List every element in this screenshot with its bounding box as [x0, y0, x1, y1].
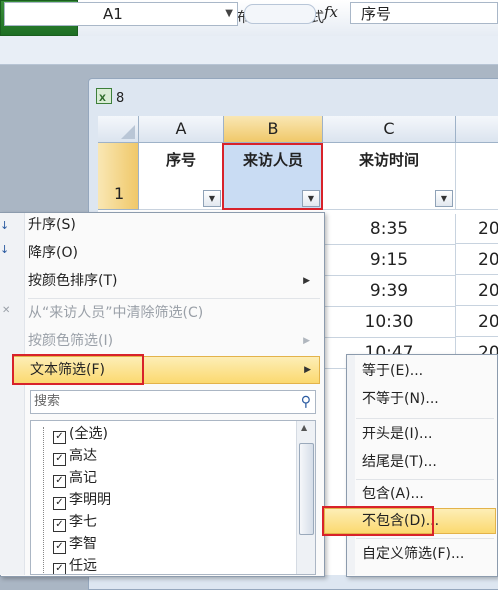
table-cell[interactable]: 9:15 [323, 245, 456, 276]
filter-dropdown-icon[interactable]: ▼ [435, 190, 453, 207]
list-item-label: 李明明 [69, 492, 111, 508]
scrollbar-thumb[interactable] [299, 443, 314, 535]
table-cell[interactable]: 20 [456, 245, 498, 275]
list-item-label: (全选) [69, 426, 108, 442]
checkbox-checked-icon[interactable]: ✓ [53, 541, 66, 554]
header-cell-d[interactable] [456, 143, 498, 210]
menu-item-label: 升序(S) [28, 217, 76, 233]
annotation-box-text-filter [12, 354, 144, 385]
header-cell-label: 序号 [165, 151, 196, 169]
checkbox-checked-icon[interactable]: ✓ [53, 497, 66, 510]
search-input[interactable]: 搜索 ⚲ [30, 390, 316, 414]
menu-item-label: 从“来访人员”中清除筛选(C) [28, 305, 204, 321]
submenu-arrow-icon: ▶ [303, 276, 310, 286]
formula-controls: fx [238, 2, 346, 24]
submenu-icon-column [347, 355, 355, 575]
list-item-label: 任远 [69, 558, 97, 574]
list-scrollbar[interactable]: ▲ [296, 421, 315, 574]
checkbox-checked-icon[interactable]: ✓ [53, 519, 66, 532]
column-header-a[interactable]: A [139, 116, 224, 143]
scroll-up-icon[interactable]: ▲ [301, 423, 307, 432]
list-item[interactable]: ✓ 高记 [53, 467, 97, 489]
list-item-label: 高记 [69, 470, 97, 486]
search-icon: ⚲ [300, 394, 311, 410]
menu-separator [356, 418, 494, 419]
filter-value-list: ✓ (全选) ✓ 高达 ✓ 高记 ✓ 李明明 ✓ 李七 ✓ 李智 ✓ 任远 [30, 420, 316, 575]
menu-icon-column [0, 213, 25, 575]
menu-separator [28, 298, 320, 299]
clear-filter-icon: ✕ [2, 305, 11, 316]
submenu-item-begins-with[interactable]: 开头是(I)... [362, 421, 432, 447]
submenu-item-ends-with[interactable]: 结尾是(T)... [362, 449, 437, 475]
checkbox-checked-icon[interactable]: ✓ [53, 453, 66, 466]
tree-guide-line [43, 427, 44, 574]
submenu-item-equals[interactable]: 等于(E)... [362, 358, 423, 384]
name-box-value: A1 [103, 5, 123, 23]
table-cell[interactable]: 9:39 [323, 276, 456, 307]
table-cell[interactable]: 20 [456, 276, 498, 306]
list-item[interactable]: ✓ (全选) [53, 423, 108, 445]
menu-item-label: 按颜色筛选(I) [28, 333, 114, 349]
header-cell-seq[interactable]: 序号 ▼ [139, 143, 224, 210]
header-cell-visit-time[interactable]: 来访时间 ▼ [323, 143, 456, 210]
menu-item-label: 降序(O) [28, 245, 78, 261]
column-header-b[interactable]: B [224, 116, 323, 143]
menu-separator [356, 479, 494, 480]
sort-asc-icon: ↓ [0, 219, 10, 232]
column-header-c[interactable]: C [323, 116, 456, 143]
checkbox-checked-icon[interactable]: ✓ [53, 431, 66, 444]
chevron-down-icon[interactable]: ▼ [225, 3, 233, 25]
formula-bar [0, 36, 498, 65]
filter-dropdown-icon[interactable]: ▼ [203, 190, 221, 207]
search-placeholder: 搜索 [34, 394, 61, 409]
annotation-box-not-contains [322, 506, 434, 536]
list-item-label: 高达 [69, 448, 97, 464]
formula-input[interactable]: 序号 [350, 2, 498, 24]
checkbox-checked-icon[interactable]: ✓ [53, 475, 66, 488]
workbook-name: 8 [116, 91, 125, 106]
menu-item-sort-by-color[interactable]: 按颜色排序(T) ▶ [28, 268, 318, 294]
list-item[interactable]: ✓ 任远 [53, 555, 97, 574]
menu-item-sort-asc[interactable]: 升序(S) [28, 212, 318, 238]
submenu-arrow-icon: ▶ [304, 365, 311, 375]
submenu-item-contains[interactable]: 包含(A)... [362, 481, 424, 507]
header-cell-label: 来访时间 [358, 151, 419, 169]
list-item[interactable]: ✓ 李明明 [53, 489, 111, 511]
menu-separator [356, 538, 494, 539]
table-cell[interactable]: 8:35 [323, 214, 456, 245]
list-item-label: 李智 [69, 536, 97, 552]
submenu-item-not-equals[interactable]: 不等于(N)... [362, 386, 439, 412]
list-item[interactable]: ✓ 高达 [53, 445, 97, 467]
submenu-arrow-icon: ▶ [303, 336, 310, 346]
formula-bar-expand-handle[interactable] [244, 4, 316, 24]
menu-item-clear-filter: 从“来访人员”中清除筛选(C) [28, 300, 318, 326]
menu-item-sort-desc[interactable]: 降序(O) [28, 240, 318, 266]
name-box[interactable]: A1 ▼ [4, 2, 238, 26]
table-cell[interactable]: 10:30 [323, 307, 456, 338]
select-all-corner[interactable] [98, 116, 139, 143]
row-header-1[interactable]: 1 [98, 143, 139, 210]
annotation-box-visitor-header [222, 143, 323, 210]
excel-doc-icon [96, 88, 112, 110]
table-cell[interactable]: 20 [456, 307, 498, 337]
sort-desc-icon: ↓ [0, 243, 10, 256]
workbook-title: 8 [96, 88, 124, 110]
list-item[interactable]: ✓ 李智 [53, 533, 97, 555]
checkbox-checked-icon[interactable]: ✓ [53, 563, 66, 574]
menu-item-label: 按颜色排序(T) [28, 273, 118, 289]
row-number: 1 [114, 184, 125, 203]
column-header-c-label: C [383, 119, 395, 138]
submenu-item-custom-filter[interactable]: 自定义筛选(F)... [362, 541, 464, 567]
menu-item-filter-by-color: 按颜色筛选(I) ▶ [28, 328, 318, 354]
list-item[interactable]: ✓ 李七 [53, 511, 97, 533]
column-header-d[interactable] [456, 116, 498, 143]
insert-function-button[interactable]: fx [324, 3, 338, 21]
table-cell[interactable]: 20 [456, 214, 498, 244]
list-item-label: 李七 [69, 514, 97, 530]
